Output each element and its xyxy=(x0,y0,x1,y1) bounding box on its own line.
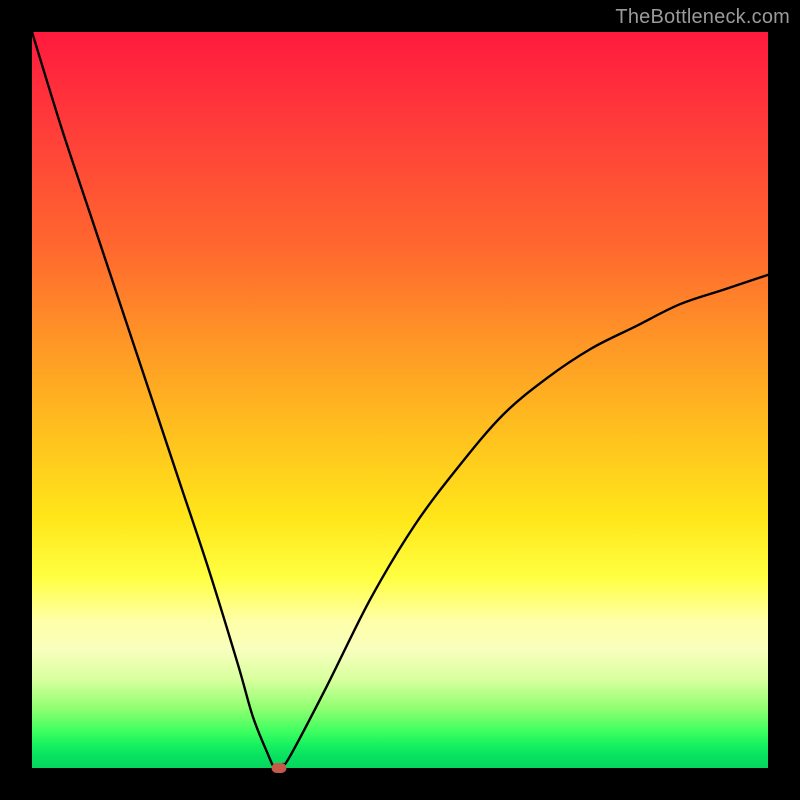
bottleneck-marker xyxy=(271,763,286,773)
chart-plot-area xyxy=(32,32,768,768)
watermark-text: TheBottleneck.com xyxy=(615,6,790,29)
bottleneck-curve xyxy=(32,32,768,768)
chart-frame: TheBottleneck.com xyxy=(0,0,800,800)
